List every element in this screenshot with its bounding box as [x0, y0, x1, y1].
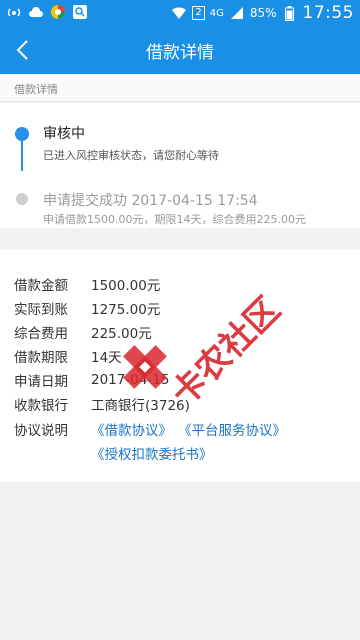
status-left-icons	[6, 4, 88, 20]
detail-value: 225.00元	[91, 326, 152, 342]
detail-label: 收款银行	[14, 398, 68, 414]
loan-agreement-link[interactable]: 《借款协议》	[91, 419, 172, 439]
cloud-icon	[28, 4, 44, 20]
search-app-icon	[72, 4, 88, 20]
battery-level: 85%	[249, 6, 277, 20]
detail-row-term: 借款期限 14天	[14, 346, 122, 366]
detail-value: 1275.00元	[91, 302, 161, 318]
clock: 17:55	[302, 3, 354, 23]
timeline-step-desc: 申请借款1500.00元，期限14天，综合费用225.00元	[43, 213, 306, 226]
timeline-step-title: 申请提交成功 2017-04-15 17:54	[43, 193, 258, 209]
agreement-links: 《借款协议》 《平台服务协议》	[91, 419, 286, 439]
sim-badge: 2	[192, 6, 205, 20]
timeline-step-title: 审核中	[43, 126, 85, 142]
signal-icon	[229, 5, 245, 21]
battery-icon	[282, 5, 298, 21]
status-bar: 2 4G 85% 17:55	[0, 0, 360, 26]
detail-value: 1500.00元	[91, 278, 161, 294]
timeline-dot-active	[15, 127, 29, 141]
page-title: 借款详情	[146, 43, 214, 63]
section-title: 借款详情	[14, 83, 58, 96]
detail-label: 实际到账	[14, 302, 68, 318]
detail-row-received: 实际到账 1275.00元	[14, 298, 160, 318]
timeline-dot-inactive	[16, 193, 28, 205]
detail-label: 申请日期	[14, 374, 68, 390]
timeline-step-desc: 已进入风控审核状态，请您耐心等待	[43, 149, 219, 162]
detail-value: 工商银行(3726)	[91, 398, 190, 414]
detail-value: 14天	[91, 350, 122, 366]
section-header: 借款详情	[0, 74, 360, 102]
status-timeline: 审核中 已进入风控审核状态，请您耐心等待 申请提交成功 2017-04-15 1…	[0, 103, 360, 228]
network-type: 4G	[209, 7, 224, 19]
loan-details: 借款金额 1500.00元 实际到账 1275.00元 综合费用 225.00元…	[0, 250, 360, 482]
detail-label: 借款期限	[14, 350, 68, 366]
detail-value: 2017-04-15	[91, 372, 170, 388]
debit-authorization-link[interactable]: 《授权扣款委托书》	[91, 443, 213, 463]
detail-row-bank: 收款银行 工商银行(3726)	[14, 394, 190, 414]
detail-row-date: 申请日期 2017-04-15	[14, 370, 169, 390]
platform-service-agreement-link[interactable]: 《平台服务协议》	[178, 419, 286, 439]
detail-row-agreements-cont: 《授权扣款委托书》	[91, 443, 213, 463]
detail-row-agreements: 协议说明 《借款协议》 《平台服务协议》	[14, 419, 286, 439]
detail-label: 借款金额	[14, 278, 68, 294]
app-icon	[50, 4, 66, 20]
status-right: 2 4G 85% 17:55	[171, 3, 354, 23]
detail-label: 综合费用	[14, 326, 68, 342]
detail-label: 协议说明	[14, 423, 68, 439]
detail-row-amount: 借款金额 1500.00元	[14, 274, 160, 294]
title-bar: 借款详情	[0, 26, 360, 74]
detail-row-fee: 综合费用 225.00元	[14, 322, 152, 342]
wifi-icon	[171, 5, 187, 21]
hotspot-icon	[6, 4, 22, 20]
